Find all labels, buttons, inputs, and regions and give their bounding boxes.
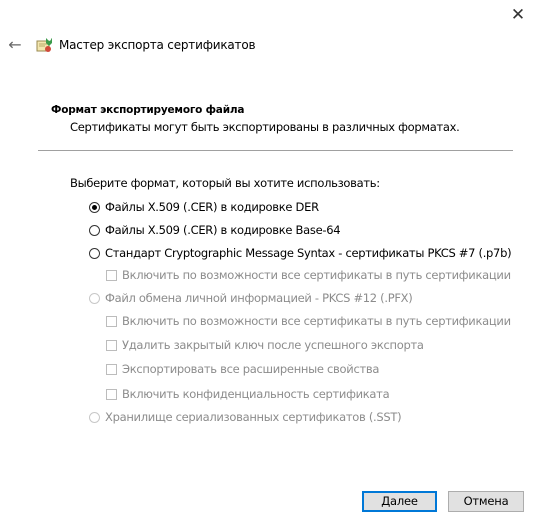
checkbox-icon[interactable]	[106, 339, 117, 351]
option-label: Стандарт Cryptographic Message Syntax - …	[105, 246, 512, 260]
radio-sst[interactable]: Хранилище сериализованных сертификатов (…	[89, 408, 402, 426]
section-subtitle: Сертификаты могут быть экспортированы в …	[70, 120, 460, 134]
radio-cer-base64[interactable]: Файлы X.509 (.CER) в кодировке Base-64	[89, 221, 341, 239]
radio-button-icon[interactable]	[89, 292, 100, 304]
radio-pkcs7[interactable]: Стандарт Cryptographic Message Syntax - …	[89, 244, 512, 262]
checkbox-delete-private-key[interactable]: Удалить закрытый ключ после успешного эк…	[106, 336, 424, 354]
checkbox-pfx-include-path[interactable]: Включить по возможности все сертификаты …	[106, 312, 511, 330]
format-prompt-label: Выберите формат, который вы хотите испол…	[70, 176, 380, 190]
option-label: Включить по возможности все сертификаты …	[122, 314, 511, 328]
option-label: Включить конфиденциальность сертификата	[122, 387, 390, 401]
radio-cer-der[interactable]: Файлы X.509 (.CER) в кодировке DER	[89, 198, 319, 216]
checkbox-icon[interactable]	[106, 269, 117, 281]
checkbox-icon[interactable]	[106, 363, 117, 375]
option-label: Включить по возможности все сертификаты …	[122, 268, 511, 282]
checkbox-pkcs7-include-path[interactable]: Включить по возможности все сертификаты …	[106, 266, 511, 284]
option-label: Файлы X.509 (.CER) в кодировке Base-64	[105, 223, 341, 237]
back-arrow-icon[interactable]: ←	[4, 34, 26, 56]
checkbox-certificate-privacy[interactable]: Включить конфиденциальность сертификата	[106, 385, 390, 403]
close-icon[interactable]: ✕	[504, 2, 532, 28]
option-label: Удалить закрытый ключ после успешного эк…	[122, 338, 424, 352]
checkbox-export-extended-properties[interactable]: Экспортировать все расширенные свойства	[106, 360, 379, 378]
certificate-wizard-icon	[36, 37, 54, 55]
header-divider	[38, 150, 513, 151]
radio-button-icon[interactable]	[89, 411, 100, 423]
option-label: Файлы X.509 (.CER) в кодировке DER	[105, 200, 319, 214]
checkbox-icon[interactable]	[106, 388, 117, 400]
option-label: Файл обмена личной информацией - PKCS #1…	[105, 291, 413, 305]
wizard-title: Мастер экспорта сертификатов	[59, 38, 256, 52]
radio-button-icon[interactable]	[89, 247, 100, 259]
radio-button-icon[interactable]	[89, 201, 100, 213]
next-button[interactable]: Далее	[362, 491, 437, 512]
cancel-button[interactable]: Отмена	[448, 491, 524, 512]
radio-button-icon[interactable]	[89, 224, 100, 236]
checkbox-icon[interactable]	[106, 315, 117, 327]
section-title: Формат экспортируемого файла	[51, 104, 245, 116]
option-label: Экспортировать все расширенные свойства	[122, 362, 380, 376]
option-label: Хранилище сериализованных сертификатов (…	[105, 410, 402, 424]
radio-pfx[interactable]: Файл обмена личной информацией - PKCS #1…	[89, 289, 413, 307]
